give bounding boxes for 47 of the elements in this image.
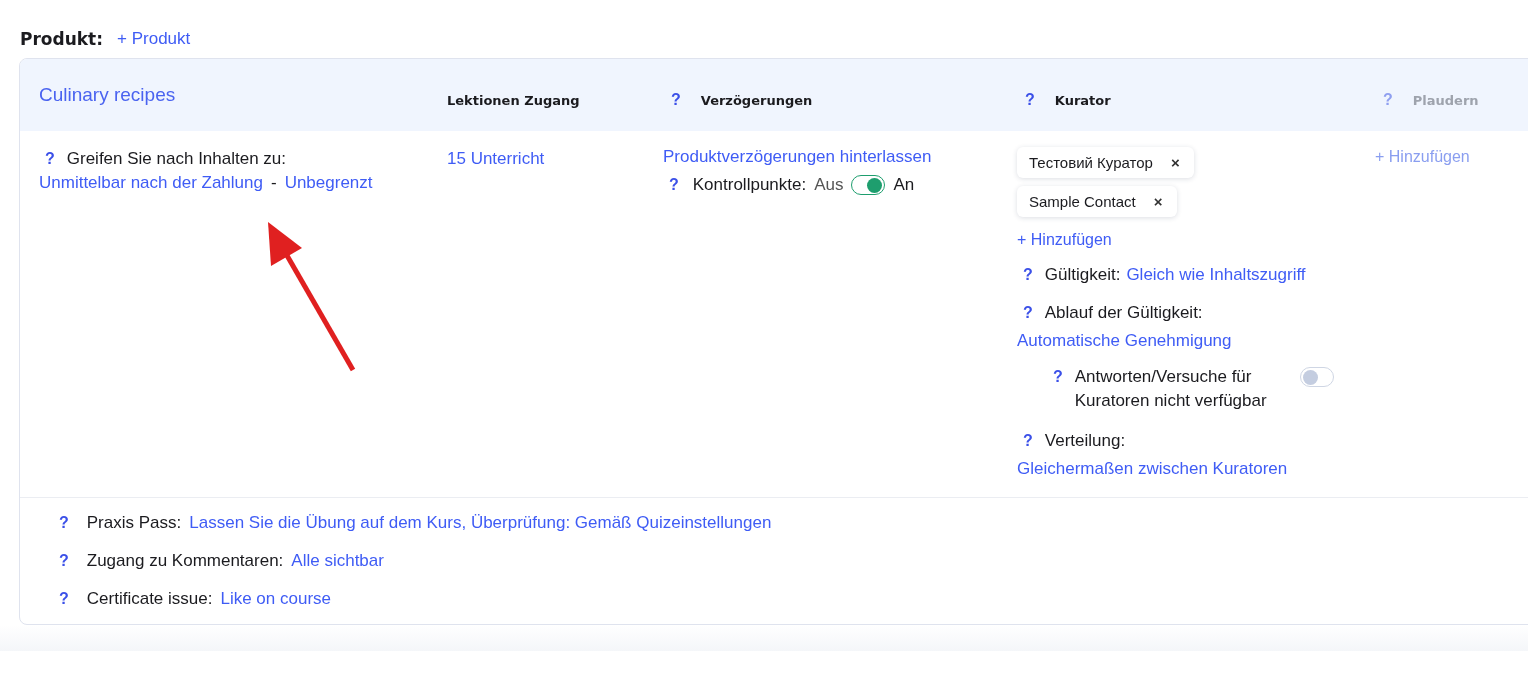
help-icon[interactable]: ? (53, 552, 79, 570)
setting-label: Ablauf der Gültigkeit: (1044, 303, 1203, 322)
access-limit-link[interactable]: Unbegrenzt (284, 171, 373, 195)
column-header: Plaudern (1412, 92, 1479, 108)
help-icon[interactable]: ? (1017, 266, 1039, 283)
help-icon[interactable]: ? (39, 150, 61, 167)
setting-label: Praxis Pass: (86, 513, 182, 533)
setting-label: Antworten/Versuche für Kuratoren nicht verfügbar (1074, 366, 1268, 412)
column-header: Kurator (1054, 92, 1111, 108)
curator-name: Sample Contact (1029, 193, 1136, 210)
product-name[interactable]: Culinary recipes (39, 84, 176, 106)
setting-value-link[interactable]: Gleichermaßen zwischen Kuratoren (1017, 455, 1288, 483)
setting-value-link[interactable]: Like on course (220, 589, 332, 609)
setting-label: Certificate issue: (86, 589, 213, 609)
access-label: Greifen Sie nach Inhalten zu: (66, 149, 287, 168)
help-icon[interactable]: ? (1017, 304, 1039, 321)
column-header: Lektionen Zugang (447, 92, 580, 108)
add-curator-link[interactable]: + Hinzufügen (1017, 231, 1112, 249)
help-icon[interactable]: ? (663, 176, 685, 194)
help-icon[interactable]: ? (663, 91, 685, 109)
delays-link[interactable]: Produktverzögerungen hinterlassen (663, 147, 932, 166)
setting-label: Zugang zu Kommentaren: (86, 551, 284, 571)
setting-label: Gültigkeit: (1044, 265, 1121, 284)
setting-value-link[interactable]: Lassen Sie die Übung auf dem Kurs, Überprüfung: Gemäß Quizeinstellungen (189, 513, 772, 533)
help-icon[interactable]: ? (1017, 91, 1039, 109)
column-header: Verzögerungen (700, 92, 813, 108)
off-label: Aus (814, 175, 844, 195)
help-icon[interactable]: ? (1047, 365, 1069, 389)
help-icon[interactable]: ? (53, 514, 79, 532)
setting-label: Verteilung: (1044, 431, 1126, 450)
access-value-link[interactable]: Unmittelbar nach der Zahlung (39, 171, 263, 195)
help-icon[interactable]: ? (53, 590, 79, 608)
checkpoints-toggle[interactable] (851, 175, 886, 195)
setting-value-link[interactable]: Automatische Genehmigung (1017, 327, 1232, 355)
on-label: An (893, 175, 915, 195)
setting-value-link[interactable]: Gleich wie Inhaltszugriff (1126, 261, 1306, 289)
remove-button[interactable]: × (1153, 193, 1163, 210)
remove-button[interactable]: × (1170, 154, 1180, 171)
setting-toggle[interactable] (1299, 367, 1334, 387)
add-product-link[interactable]: + Produkt (117, 29, 191, 49)
setting-value-link[interactable]: Alle sichtbar (291, 551, 384, 571)
checkpoints-label: Kontrollpunkte: (692, 175, 807, 195)
separator: - (270, 173, 277, 192)
section-label: Produkt: (20, 29, 104, 49)
curator-name: Тестовий Куратор (1029, 154, 1153, 171)
help-icon[interactable]: ? (1017, 432, 1039, 449)
lessons-link[interactable]: 15 Unterricht (447, 149, 545, 168)
